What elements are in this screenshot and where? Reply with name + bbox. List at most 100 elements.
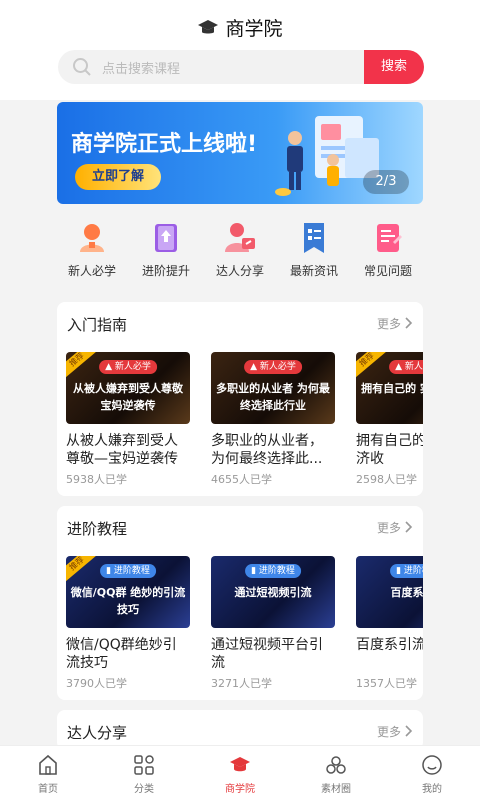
- course-tag-label: 进阶教程: [403, 566, 423, 576]
- banner-learn-more-button[interactable]: 立即了解: [75, 164, 161, 190]
- chevron-right-icon: [405, 521, 413, 536]
- section-header: 达人分享 更多: [57, 710, 423, 750]
- category-expert-share[interactable]: 达人分享: [205, 214, 275, 294]
- graduation-cap-icon: [229, 754, 251, 776]
- section-more-link[interactable]: 更多: [377, 519, 413, 536]
- newbie-icon: [74, 220, 110, 256]
- bottom-tab-bar: 首页 分类 商学院 素材圈 我的: [0, 745, 480, 800]
- more-label: 更多: [376, 317, 401, 331]
- profile-icon: [421, 754, 443, 776]
- section-header: 进阶教程 更多: [57, 506, 423, 550]
- tab-label: 我的: [422, 784, 442, 795]
- banner-page-current: 2: [375, 174, 384, 189]
- category-label: 新人必学: [67, 264, 116, 278]
- book-icon: ▮: [396, 566, 404, 576]
- course-card[interactable]: 推荐 ▲ 新人必学 从被人嫌弃到受人尊敬 宝妈逆袭传 从被人嫌弃到受人尊敬—宝妈…: [66, 352, 190, 487]
- category-advanced[interactable]: 进阶提升: [131, 214, 201, 294]
- course-learner-count: 1357人已学: [356, 677, 417, 690]
- course-thumbnail: ▮ 进阶教程 百度系引流: [356, 556, 423, 628]
- course-name: 从被人嫌弃到受人尊敬—宝妈逆袭传: [66, 433, 178, 467]
- course-tag-label: 新人必学: [259, 362, 296, 372]
- tab-home[interactable]: 首页: [8, 746, 88, 800]
- graduation-cap-icon: ▲: [250, 362, 260, 372]
- course-tag-label: 进阶教程: [113, 566, 150, 576]
- recommend-ribbon: 推荐: [356, 352, 391, 381]
- course-card[interactable]: 推荐 ▲ 新人必学 拥有自己的 实现经济收 拥有自己的 实现经济收 2598人已…: [356, 352, 423, 487]
- thumbnail-text: 拥有自己的 实现经济收: [361, 382, 423, 395]
- course-card[interactable]: ▮ 进阶教程 通过短视频引流 通过短视频平台引流 3271人已学: [211, 556, 335, 691]
- category-label: 进阶提升: [141, 264, 190, 278]
- thumbnail-text: 通过短视频引流: [234, 586, 312, 599]
- course-list: 推荐 ▮ 进阶教程 微信/QQ群 绝妙的引流技巧 微信/QQ群绝妙引流技巧 37…: [57, 550, 423, 700]
- tab-profile[interactable]: 我的: [392, 746, 472, 800]
- page-title: 商学院: [0, 14, 480, 42]
- tab-business-school[interactable]: 商学院: [200, 746, 280, 800]
- category-faq[interactable]: 常见问题: [353, 214, 423, 294]
- category-news[interactable]: 最新资讯: [279, 214, 349, 294]
- grid-icon: [133, 754, 155, 776]
- course-tag-label: 新人必学: [404, 362, 423, 372]
- graduation-cap-icon: ▲: [105, 362, 115, 372]
- course-tag-label: 进阶教程: [258, 566, 295, 576]
- question-icon: [370, 220, 406, 256]
- course-card[interactable]: ▮ 进阶教程 百度系引流 百度系引流享 1357人已学: [356, 556, 423, 691]
- section-more-link[interactable]: 更多: [377, 723, 413, 740]
- circle-icon: [325, 754, 347, 776]
- course-learner-count: 5938人已学: [66, 473, 127, 486]
- tab-label: 首页: [38, 784, 58, 795]
- category-label: 最新资讯: [289, 264, 338, 278]
- book-icon: [148, 220, 184, 256]
- section-getting-started: 入门指南 更多 推荐 ▲ 新人必学 从被人嫌弃到受人尊敬 宝妈逆袭传 从被人嫌弃…: [57, 302, 423, 496]
- category-label: 常见问题: [363, 264, 412, 278]
- share-icon: [222, 220, 258, 256]
- tab-category[interactable]: 分类: [104, 746, 184, 800]
- thumbnail-text: 多职业的从业者 为何最终选择此行业: [216, 382, 330, 412]
- course-tag: ▮ 进阶教程: [390, 564, 423, 578]
- course-name: 多职业的从业者，为何最终选择此...: [211, 433, 323, 467]
- course-tag: ▮ 进阶教程: [245, 564, 301, 578]
- section-more-link[interactable]: 更多: [377, 315, 413, 332]
- search-icon: [72, 57, 92, 81]
- chevron-right-icon: [405, 317, 413, 332]
- course-tag: ▲ 新人必学: [244, 360, 302, 374]
- course-card[interactable]: ▲ 新人必学 多职业的从业者 为何最终选择此行业 多职业的从业者，为何最终选择此…: [211, 352, 335, 487]
- section-advanced-tutorials: 进阶教程 更多 推荐 ▮ 进阶教程 微信/QQ群 绝妙的引流技巧 微信/QQ群绝…: [57, 506, 423, 700]
- search-bar[interactable]: 点击搜索课程 搜索: [58, 50, 424, 84]
- section-title: 入门指南: [67, 316, 128, 334]
- promo-banner[interactable]: 商学院正式上线啦! 立即了解 2/3: [57, 102, 423, 204]
- banner-page-total: 3: [388, 174, 397, 189]
- search-button[interactable]: 搜索: [364, 50, 424, 84]
- course-tag-label: 新人必学: [114, 362, 151, 372]
- page-title-text: 商学院: [225, 18, 283, 40]
- course-thumbnail: ▲ 新人必学 多职业的从业者 为何最终选择此行业: [211, 352, 335, 424]
- course-tag: ▲ 新人必学: [389, 360, 423, 374]
- tab-label: 分类: [134, 784, 154, 795]
- chevron-right-icon: [405, 725, 413, 740]
- more-label: 更多: [376, 725, 401, 739]
- tab-label: 素材圈: [321, 784, 351, 795]
- course-name: 微信/QQ群绝妙引流技巧: [66, 637, 177, 671]
- tab-material-circle[interactable]: 素材圈: [296, 746, 376, 800]
- course-learner-count: 4655人已学: [211, 473, 272, 486]
- course-thumbnail: 推荐 ▲ 新人必学 拥有自己的 实现经济收: [356, 352, 423, 424]
- course-learner-count: 2598人已学: [356, 473, 417, 486]
- home-icon: [37, 754, 59, 776]
- thumbnail-text: 微信/QQ群 绝妙的引流技巧: [70, 586, 186, 616]
- course-card[interactable]: 推荐 ▮ 进阶教程 微信/QQ群 绝妙的引流技巧 微信/QQ群绝妙引流技巧 37…: [66, 556, 190, 691]
- course-learner-count: 3790人已学: [66, 677, 127, 690]
- course-name: 拥有自己的 实现经济收: [356, 433, 423, 467]
- search-input[interactable]: 点击搜索课程: [102, 58, 180, 77]
- category-newbie[interactable]: 新人必学: [57, 214, 127, 294]
- course-learner-count: 3271人已学: [211, 677, 272, 690]
- graduation-cap-icon: [197, 19, 219, 42]
- banner-title: 商学院正式上线啦!: [71, 132, 258, 157]
- course-list: 推荐 ▲ 新人必学 从被人嫌弃到受人尊敬 宝妈逆袭传 从被人嫌弃到受人尊敬—宝妈…: [57, 346, 423, 496]
- course-tag: ▮ 进阶教程: [100, 564, 156, 578]
- recommend-ribbon: 推荐: [66, 556, 101, 585]
- thumbnail-text: 从被人嫌弃到受人尊敬 宝妈逆袭传: [73, 382, 183, 412]
- recommend-ribbon: 推荐: [66, 352, 101, 381]
- section-title: 达人分享: [67, 724, 128, 742]
- course-name: 百度系引流享: [356, 637, 423, 653]
- news-icon: [296, 220, 332, 256]
- more-label: 更多: [376, 521, 401, 535]
